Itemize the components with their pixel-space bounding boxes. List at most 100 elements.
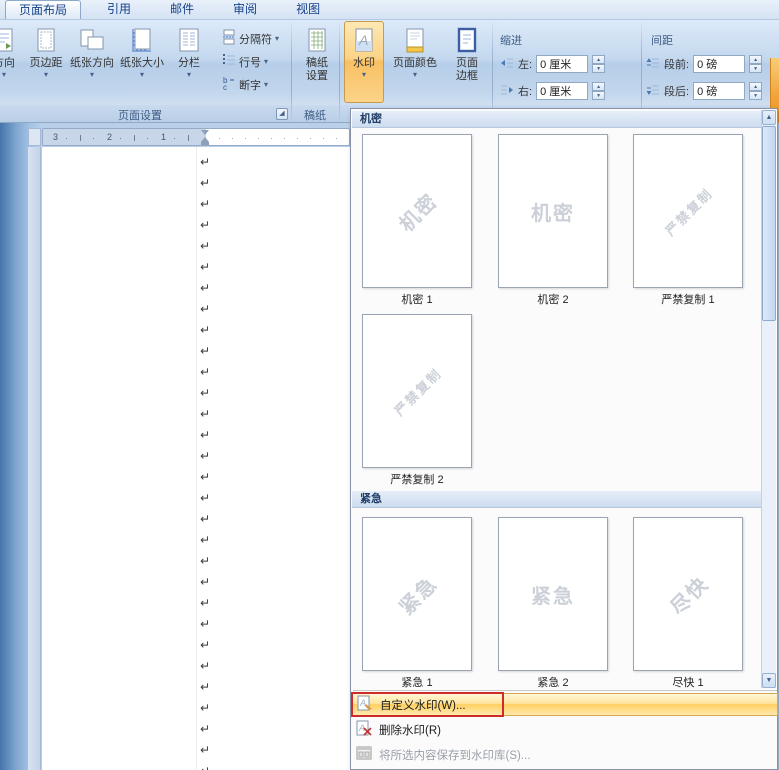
watermark-thumbnail[interactable]: 严禁复制 严禁复制 1 [633, 134, 743, 307]
orientation-button[interactable]: 纸张方向 ▾ [68, 21, 116, 103]
text-direction-button[interactable]: 方向 ▾ [0, 21, 24, 103]
indent-left-input[interactable] [536, 55, 589, 73]
tab-references[interactable]: 引用 [94, 0, 144, 19]
breaks-button[interactable]: 分隔符 ▾ [222, 27, 292, 50]
watermark-label: 尽快 1 [672, 677, 704, 689]
watermark-preview-text: 机密 [395, 189, 443, 237]
spin-down-icon[interactable]: ▼ [749, 64, 763, 73]
scroll-down-icon[interactable]: ▼ [762, 673, 776, 688]
paper-size-label: 纸张大小 [120, 57, 164, 69]
paragraph-mark: ↵ [200, 701, 211, 715]
indent-left-stepper[interactable]: ▲ ▼ [592, 55, 606, 73]
watermark-thumbnail[interactable]: 严禁复制 严禁复制 2 [362, 314, 472, 487]
watermark-button[interactable]: A 水印 ▾ [344, 21, 384, 103]
group-separator [291, 23, 292, 122]
tab-view[interactable]: 视图 [283, 0, 333, 19]
page-color-icon [403, 25, 427, 57]
spacing-after-icon [646, 83, 660, 100]
gallery-scrollbar[interactable]: ▲ ▼ [761, 110, 776, 688]
indent-left-row: 左: ▲ ▼ [500, 54, 606, 74]
spin-down-icon[interactable]: ▼ [592, 91, 606, 100]
watermark-label: 严禁复制 2 [390, 474, 444, 486]
margins-button[interactable]: 页边距 ▾ [26, 21, 66, 103]
scrollbar-thumb[interactable] [762, 126, 776, 321]
watermark-thumbnail[interactable]: 机密 机密 1 [362, 134, 472, 307]
spacing-before-label: 段前: [664, 59, 690, 71]
save-to-gallery-menu-item: 将所选内容保存到水印库(S)... [352, 743, 778, 766]
spin-down-icon[interactable]: ▼ [749, 91, 763, 100]
indent-pane-title: 缩进 [500, 35, 522, 47]
spacing-after-stepper[interactable]: ▲ ▼ [749, 82, 763, 100]
page-borders-button[interactable]: 页面 边框 [446, 21, 488, 103]
tab-review[interactable]: 审阅 [220, 0, 270, 19]
ruler-dot [66, 138, 67, 139]
orientation-label: 纸张方向 [70, 57, 114, 69]
spin-down-icon[interactable]: ▼ [592, 64, 606, 73]
spacing-before-stepper[interactable]: ▲ ▼ [749, 55, 763, 73]
spin-up-icon[interactable]: ▲ [749, 82, 763, 91]
dropdown-arrow-icon: ▾ [139, 70, 144, 79]
ruler-dot [93, 138, 94, 139]
dropdown-arrow-icon: ▾ [1, 70, 6, 79]
remove-watermark-menu-item[interactable]: A 删除水印(R) [352, 718, 778, 741]
indent-right-input[interactable] [536, 82, 589, 100]
paragraph-mark: ↵ [200, 176, 211, 190]
columns-button[interactable]: 分栏 ▾ [170, 21, 208, 103]
paragraph-mark: ↵ [200, 659, 211, 673]
watermark-thumbnail[interactable]: 紧急 紧急 1 [362, 517, 472, 690]
watermark-thumbnail[interactable]: 尽快 尽快 1 [633, 517, 743, 690]
svg-text:c: c [223, 83, 227, 91]
paper-size-icon [130, 25, 154, 57]
spin-up-icon[interactable]: ▲ [592, 55, 606, 64]
page-borders-label-line1: 页面 [456, 57, 478, 69]
spin-up-icon[interactable]: ▲ [592, 82, 606, 91]
columns-label: 分栏 [178, 57, 200, 69]
custom-watermark-menu-item[interactable]: A 自定义水印(W)... [352, 693, 778, 716]
scroll-up-icon[interactable]: ▲ [762, 110, 776, 125]
page-borders-icon [455, 25, 479, 57]
grid-settings-label-line1: 稿纸 [306, 57, 328, 69]
tab-page-layout[interactable]: 页面布局 [5, 0, 82, 19]
dropdown-arrow-icon: ▾ [186, 70, 191, 79]
watermark-thumbnail[interactable]: 紧急 紧急 2 [498, 517, 608, 690]
watermark-label: 紧急 2 [537, 677, 569, 689]
spacing-before-icon [646, 56, 660, 73]
grid-settings-button[interactable]: 稿纸 设置 [296, 21, 338, 103]
paragraph-mark: ↵ [200, 365, 211, 379]
ruler-dot [310, 138, 311, 139]
svg-text:A: A [358, 32, 368, 48]
dropdown-arrow-icon: ▾ [361, 70, 366, 79]
ribbon: 方向 ▾ 页边距 ▾ 纸张方向 ▾ 纸张大小 ▾ [0, 20, 779, 105]
page-color-button[interactable]: 页面颜色 ▾ [388, 21, 442, 103]
text-direction-label: 方向 [0, 57, 15, 69]
spacing-after-input[interactable] [693, 82, 746, 100]
paragraph-mark: ↵ [200, 743, 211, 757]
watermark-preview-text: 紧急 [531, 585, 575, 608]
first-line-indent-marker[interactable] [201, 130, 209, 135]
spin-up-icon[interactable]: ▲ [749, 55, 763, 64]
watermark-label: 紧急 1 [401, 677, 433, 689]
dialog-launcher-icon[interactable]: ◢ [276, 108, 288, 120]
paper-size-button[interactable]: 纸张大小 ▾ [118, 21, 166, 103]
line-numbers-button[interactable]: 行号 ▾ [222, 50, 292, 73]
hyphenation-button[interactable]: bc 断字 ▾ [222, 73, 292, 96]
indent-right-row: 右: ▲ ▼ [500, 81, 606, 101]
watermark-thumbnail[interactable]: 机密 机密 2 [498, 134, 608, 307]
word-window: 页面布局 引用 邮件 审阅 视图 方向 ▾ 页边距 ▾ 纸张方向 ▾ [0, 0, 779, 770]
svg-text:A: A [359, 698, 366, 708]
save-gallery-icon [356, 745, 373, 765]
save-to-gallery-label: 将所选内容保存到水印库(S)... [379, 749, 531, 762]
ruler-corner-box [28, 128, 41, 146]
left-indent-marker[interactable] [201, 142, 209, 145]
tab-mailings[interactable]: 邮件 [157, 0, 207, 19]
paragraph-mark: ↵ [200, 281, 211, 295]
page-setup-small-buttons: 分隔符 ▾ 行号 ▾ bc 断字 ▾ [222, 27, 292, 96]
spacing-before-input[interactable] [693, 55, 746, 73]
indent-right-stepper[interactable]: ▲ ▼ [592, 82, 606, 100]
indent-left-icon [500, 56, 514, 73]
watermark-icon: A [352, 25, 376, 57]
indent-right-label: 右: [518, 86, 533, 98]
paragraph-mark: ↵ [200, 470, 211, 484]
paragraph-mark: ↵ [200, 428, 211, 442]
ruler-number: 1 [161, 132, 167, 142]
